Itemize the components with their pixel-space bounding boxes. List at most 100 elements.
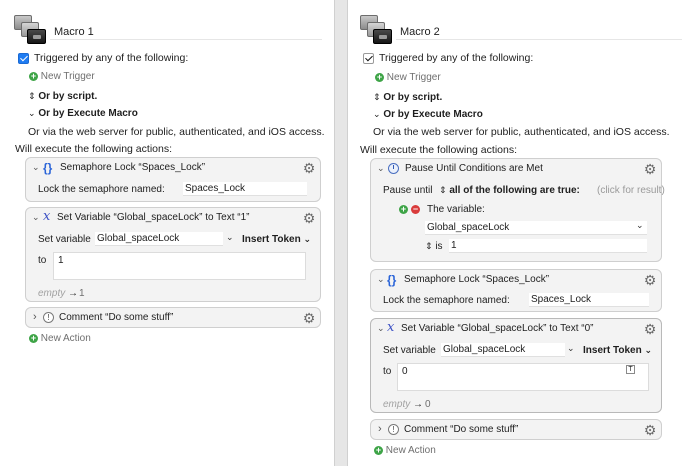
set-variable-label: Set variable <box>38 234 91 245</box>
or-by-script-toggle[interactable]: ⇕ Or by script. <box>373 92 442 103</box>
variable-name-field[interactable]: Global_spaceLock <box>441 343 565 357</box>
updown-icon: ⇕ <box>373 92 381 102</box>
value-textarea[interactable]: 1 <box>53 252 306 280</box>
chevron-down-icon[interactable]: ⌄ <box>636 220 644 231</box>
macro-icon[interactable] <box>359 14 393 46</box>
preview-empty: empty <box>383 399 411 410</box>
add-icon: + <box>29 71 38 81</box>
chevron-right-icon[interactable]: › <box>378 423 382 435</box>
to-label: to <box>38 255 47 266</box>
will-execute-label: Will execute the following actions: <box>360 144 517 156</box>
pause-until-action[interactable]: ⌄ Pause Until Conditions are Met ⚙ Pause… <box>370 158 665 262</box>
new-trigger-button[interactable]: + New Trigger <box>29 71 95 82</box>
set-variable-action[interactable]: ⌄ x Set Variable “Global_spaceLock” to T… <box>370 318 662 413</box>
pause-icon <box>388 163 399 174</box>
gear-icon[interactable]: ⚙ <box>643 273 657 287</box>
or-by-execute-toggle[interactable]: ⌄ Or by Execute Macro <box>373 109 483 120</box>
click-for-result-hint[interactable]: (click for result) <box>597 185 665 196</box>
panel-separator <box>334 0 348 466</box>
add-condition-icon[interactable]: + <box>399 205 408 214</box>
gear-icon[interactable]: ⚙ <box>643 423 657 437</box>
semaphore-icon: {} <box>387 273 397 287</box>
updown-icon: ⇕ <box>439 185 447 195</box>
text-token-icon[interactable]: T <box>626 365 635 374</box>
condition-value-field[interactable]: 1 <box>449 239 647 253</box>
preview-arrow: → <box>68 288 78 299</box>
add-icon: + <box>375 72 384 82</box>
chevron-down-icon: ⌄ <box>303 234 312 244</box>
pause-until-label: Pause until <box>383 185 433 196</box>
triggered-checkbox[interactable] <box>18 53 29 64</box>
action-title: Comment “Do some stuff” <box>59 312 174 323</box>
triggered-checkbox[interactable] <box>363 53 374 64</box>
will-execute-label: Will execute the following actions: <box>15 143 172 155</box>
action-title: Semaphore Lock “Spaces_Lock” <box>60 162 206 173</box>
condition-mode-popup[interactable]: ⇕ all of the following are true: <box>439 185 580 196</box>
variable-popup-icon[interactable]: ⌄ <box>226 232 234 243</box>
semaphore-label: Lock the semaphore named: <box>383 295 510 306</box>
macro-icon[interactable] <box>13 14 47 46</box>
comment-action[interactable]: › ! Comment “Do some stuff” ⚙ <box>370 419 662 440</box>
action-title: Comment “Do some stuff” <box>404 424 519 435</box>
set-variable-action[interactable]: ⌄ x Set Variable “Global_spaceLock” to T… <box>25 207 321 302</box>
comment-icon: ! <box>43 312 54 323</box>
preview-value: 1 <box>79 288 85 299</box>
condition-variable-field[interactable]: Global_spaceLock <box>425 221 647 235</box>
chevron-down-icon[interactable]: ⌄ <box>32 162 40 173</box>
macro-name-field[interactable]: Macro 2 <box>396 24 682 40</box>
chevron-down-icon[interactable]: ⌄ <box>377 274 385 285</box>
triggered-label: Triggered by any of the following: <box>379 52 534 64</box>
semaphore-label: Lock the semaphore named: <box>38 184 165 195</box>
variable-name-field[interactable]: Global_spaceLock <box>95 232 223 246</box>
or-by-script-toggle[interactable]: ⇕ Or by script. <box>28 91 97 102</box>
semaphore-action[interactable]: ⌄ {} Semaphore Lock “Spaces_Lock” ⚙ Lock… <box>25 157 321 202</box>
chevron-down-icon[interactable]: ⌄ <box>377 323 385 334</box>
action-title: Pause Until Conditions are Met <box>405 163 543 174</box>
chevron-down-icon: ⌄ <box>373 109 381 119</box>
variable-icon: x <box>43 209 51 224</box>
gear-icon[interactable]: ⚙ <box>643 322 657 336</box>
action-title: Set Variable “Global_spaceLock” to Text … <box>57 212 250 223</box>
semaphore-name-field[interactable]: Spaces_Lock <box>529 293 649 307</box>
updown-icon: ⇕ <box>425 241 433 251</box>
variable-popup-icon[interactable]: ⌄ <box>567 343 575 354</box>
chevron-down-icon[interactable]: ⌄ <box>32 212 40 223</box>
web-server-text: Or via the web server for public, authen… <box>373 126 670 138</box>
to-label: to <box>383 366 392 377</box>
the-variable-label: The variable: <box>427 204 485 215</box>
new-trigger-button[interactable]: + New Trigger <box>375 72 441 83</box>
action-title: Set Variable “Global_spaceLock” to Text … <box>401 323 594 334</box>
preview-empty: empty <box>38 288 66 299</box>
add-icon: + <box>374 445 383 455</box>
comment-icon: ! <box>388 424 399 435</box>
remove-condition-icon[interactable]: − <box>411 205 420 214</box>
new-action-button[interactable]: + New Action <box>29 333 91 344</box>
macro-name-field[interactable]: Macro 1 <box>50 24 322 40</box>
chevron-down-icon[interactable]: ⌄ <box>377 163 385 174</box>
gear-icon[interactable]: ⚙ <box>302 211 316 225</box>
semaphore-action[interactable]: ⌄ {} Semaphore Lock “Spaces_Lock” ⚙ Lock… <box>370 269 662 312</box>
insert-token-menu[interactable]: Insert Token ⌄ <box>242 234 311 245</box>
or-by-execute-toggle[interactable]: ⌄ Or by Execute Macro <box>28 108 138 119</box>
preview-value: 0 <box>425 399 431 410</box>
action-title: Semaphore Lock “Spaces_Lock” <box>404 274 550 285</box>
chevron-right-icon[interactable]: › <box>33 311 37 323</box>
updown-icon: ⇕ <box>28 91 36 101</box>
set-variable-label: Set variable <box>383 345 436 356</box>
gear-icon[interactable]: ⚙ <box>643 162 657 176</box>
chevron-down-icon: ⌄ <box>28 108 36 118</box>
triggered-label: Triggered by any of the following: <box>34 52 189 64</box>
semaphore-icon: {} <box>43 161 53 175</box>
value-textarea[interactable]: 0 <box>397 363 649 391</box>
add-icon: + <box>29 333 38 343</box>
gear-icon[interactable]: ⚙ <box>302 311 316 325</box>
is-operator-popup[interactable]: ⇕ is <box>425 241 443 252</box>
gear-icon[interactable]: ⚙ <box>302 161 316 175</box>
preview-arrow: → <box>413 399 423 410</box>
web-server-text: Or via the web server for public, authen… <box>28 126 325 138</box>
new-action-button[interactable]: + New Action <box>374 445 436 456</box>
semaphore-name-field[interactable]: Spaces_Lock <box>183 182 307 196</box>
chevron-down-icon: ⌄ <box>644 345 653 355</box>
comment-action[interactable]: › ! Comment “Do some stuff” ⚙ <box>25 307 321 328</box>
insert-token-menu[interactable]: Insert Token ⌄ <box>583 345 652 356</box>
